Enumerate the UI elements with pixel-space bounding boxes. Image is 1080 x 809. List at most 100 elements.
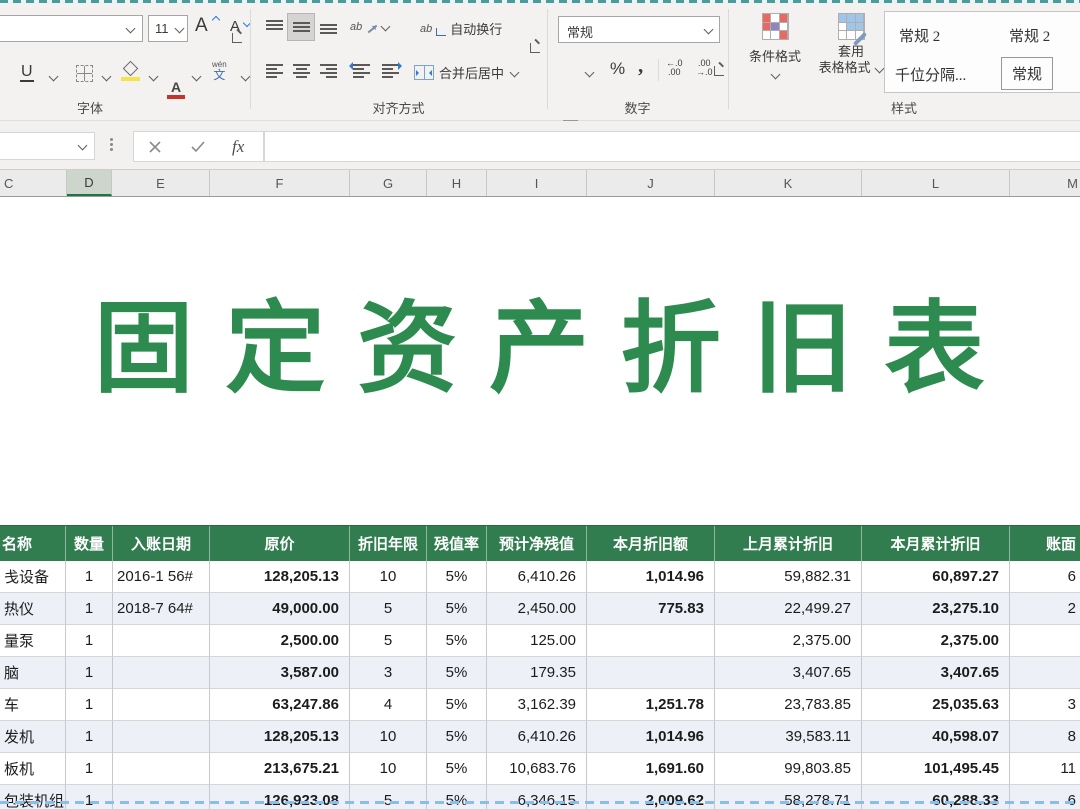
table-cell[interactable]: 1 bbox=[66, 593, 113, 625]
table-cell[interactable]: 2 bbox=[1010, 593, 1080, 625]
formula-bar-drag-handle[interactable] bbox=[110, 138, 113, 151]
cell-style-item[interactable]: 千位分隔... bbox=[895, 64, 966, 85]
table-cell[interactable] bbox=[113, 625, 210, 657]
table-header-cell[interactable]: 本月折旧额 bbox=[587, 526, 715, 561]
table-cell[interactable]: 2,450.00 bbox=[487, 593, 587, 625]
table-cell[interactable]: 3 bbox=[350, 657, 427, 689]
table-cell[interactable]: 5% bbox=[427, 721, 487, 753]
table-cell[interactable]: 11 bbox=[1010, 753, 1080, 785]
chevron-down-icon[interactable] bbox=[381, 22, 391, 32]
table-cell[interactable]: 23,783.85 bbox=[715, 689, 862, 721]
table-cell[interactable]: 775.83 bbox=[587, 593, 715, 625]
table-cell[interactable] bbox=[1010, 657, 1080, 689]
align-center-button[interactable] bbox=[287, 57, 315, 85]
table-cell[interactable]: 2018-7 64# bbox=[113, 593, 210, 625]
grow-font-button[interactable]: A bbox=[195, 15, 208, 37]
orientation-button[interactable]: ab bbox=[350, 17, 378, 35]
table-cell[interactable]: 2,375.00 bbox=[715, 625, 862, 657]
table-header-cell[interactable]: 名称 bbox=[0, 526, 66, 561]
align-middle-button[interactable] bbox=[287, 13, 315, 41]
cell-style-item[interactable]: 常规 2 bbox=[899, 25, 940, 46]
table-header-cell[interactable]: 预计净残值 bbox=[487, 526, 587, 561]
table-cell[interactable] bbox=[113, 785, 210, 809]
table-cell[interactable]: 1 bbox=[66, 625, 113, 657]
fill-color-icon[interactable] bbox=[120, 63, 142, 81]
table-cell[interactable]: 6,410.26 bbox=[487, 721, 587, 753]
column-header-I[interactable]: I bbox=[487, 170, 587, 196]
borders-icon[interactable] bbox=[76, 65, 93, 82]
column-header-F[interactable]: F bbox=[210, 170, 350, 196]
table-header-cell[interactable]: 原价 bbox=[210, 526, 350, 561]
table-cell[interactable]: 1 bbox=[66, 689, 113, 721]
table-cell[interactable]: 40,598.07 bbox=[862, 721, 1010, 753]
table-cell[interactable] bbox=[113, 689, 210, 721]
table-cell[interactable]: 戋设备 bbox=[0, 561, 66, 593]
table-cell[interactable]: 22,499.27 bbox=[715, 593, 862, 625]
table-cell[interactable]: 8 bbox=[1010, 721, 1080, 753]
table-cell[interactable]: 2,375.00 bbox=[862, 625, 1010, 657]
font-color-icon[interactable]: A bbox=[166, 80, 186, 99]
column-header-L[interactable]: L bbox=[862, 170, 1010, 196]
align-left-button[interactable] bbox=[260, 57, 288, 85]
table-cell[interactable]: 125.00 bbox=[487, 625, 587, 657]
table-cell[interactable]: 5% bbox=[427, 657, 487, 689]
increase-indent-button[interactable] bbox=[376, 57, 404, 85]
column-header-G[interactable]: G bbox=[350, 170, 427, 196]
font-name-combobox[interactable] bbox=[0, 15, 143, 42]
table-cell[interactable]: 5% bbox=[427, 753, 487, 785]
table-cell[interactable]: 49,000.00 bbox=[210, 593, 350, 625]
table-cell[interactable]: 5 bbox=[350, 625, 427, 657]
table-cell[interactable]: 6 bbox=[1010, 561, 1080, 593]
chevron-down-icon[interactable] bbox=[149, 72, 159, 82]
column-header-K[interactable]: K bbox=[715, 170, 862, 196]
table-cell[interactable] bbox=[113, 753, 210, 785]
table-cell[interactable]: 脑 bbox=[0, 657, 66, 689]
cell-style-item[interactable]: 常规 2 bbox=[1009, 25, 1050, 46]
table-cell[interactable]: 23,275.10 bbox=[862, 593, 1010, 625]
chevron-down-icon[interactable] bbox=[192, 72, 202, 82]
table-cell[interactable]: 3,407.65 bbox=[715, 657, 862, 689]
sheet-title[interactable]: 固 定 资 产 折 旧 表 bbox=[0, 294, 1080, 404]
table-cell[interactable]: 10 bbox=[350, 561, 427, 593]
merge-center-button[interactable]: 合并后居中 bbox=[414, 63, 518, 82]
comma-icon[interactable]: , bbox=[638, 53, 643, 78]
table-cell[interactable]: 1 bbox=[66, 785, 113, 809]
table-cell[interactable]: 128,205.13 bbox=[210, 561, 350, 593]
table-header-cell[interactable]: 账面 bbox=[1010, 526, 1080, 561]
table-cell[interactable]: 5% bbox=[427, 625, 487, 657]
table-cell[interactable]: 63,247.86 bbox=[210, 689, 350, 721]
table-cell[interactable]: 101,495.45 bbox=[862, 753, 1010, 785]
column-header-H[interactable]: H bbox=[427, 170, 487, 196]
table-cell[interactable]: 5 bbox=[350, 593, 427, 625]
table-cell[interactable]: 60,288.33 bbox=[862, 785, 1010, 809]
column-header-J[interactable]: J bbox=[587, 170, 715, 196]
table-header-cell[interactable]: 折旧年限 bbox=[350, 526, 427, 561]
table-cell[interactable]: 4 bbox=[350, 689, 427, 721]
conditional-formatting-button[interactable]: 条件格式 bbox=[744, 13, 806, 83]
table-cell[interactable]: 1,251.78 bbox=[587, 689, 715, 721]
column-header-M[interactable]: M bbox=[1010, 170, 1080, 196]
table-cell[interactable]: 量泵 bbox=[0, 625, 66, 657]
cell-style-item[interactable]: 常规 bbox=[1001, 57, 1053, 90]
table-cell[interactable] bbox=[587, 625, 715, 657]
table-cell[interactable]: 5 bbox=[350, 785, 427, 809]
table-header-cell[interactable]: 入账日期 bbox=[113, 526, 210, 561]
table-cell[interactable]: 10,683.76 bbox=[487, 753, 587, 785]
table-cell[interactable]: 179.35 bbox=[487, 657, 587, 689]
chevron-down-icon[interactable] bbox=[49, 72, 59, 82]
chevron-down-icon[interactable] bbox=[78, 141, 88, 151]
table-cell[interactable]: 2016-1 56# bbox=[113, 561, 210, 593]
align-top-button[interactable] bbox=[260, 13, 288, 41]
table-cell[interactable]: 60,897.27 bbox=[862, 561, 1010, 593]
table-cell[interactable] bbox=[1010, 625, 1080, 657]
table-cell[interactable]: 1,691.60 bbox=[587, 753, 715, 785]
wrap-text-button[interactable]: ab 自动换行 bbox=[420, 19, 502, 38]
table-cell[interactable]: 1,014.96 bbox=[587, 721, 715, 753]
table-cell[interactable]: 25,035.63 bbox=[862, 689, 1010, 721]
column-header-E[interactable]: E bbox=[112, 170, 210, 196]
table-cell[interactable] bbox=[113, 657, 210, 689]
table-cell[interactable]: 5% bbox=[427, 561, 487, 593]
table-cell[interactable]: 213,675.21 bbox=[210, 753, 350, 785]
cancel-icon[interactable] bbox=[149, 141, 161, 153]
table-header-cell[interactable]: 本月累计折旧 bbox=[862, 526, 1010, 561]
